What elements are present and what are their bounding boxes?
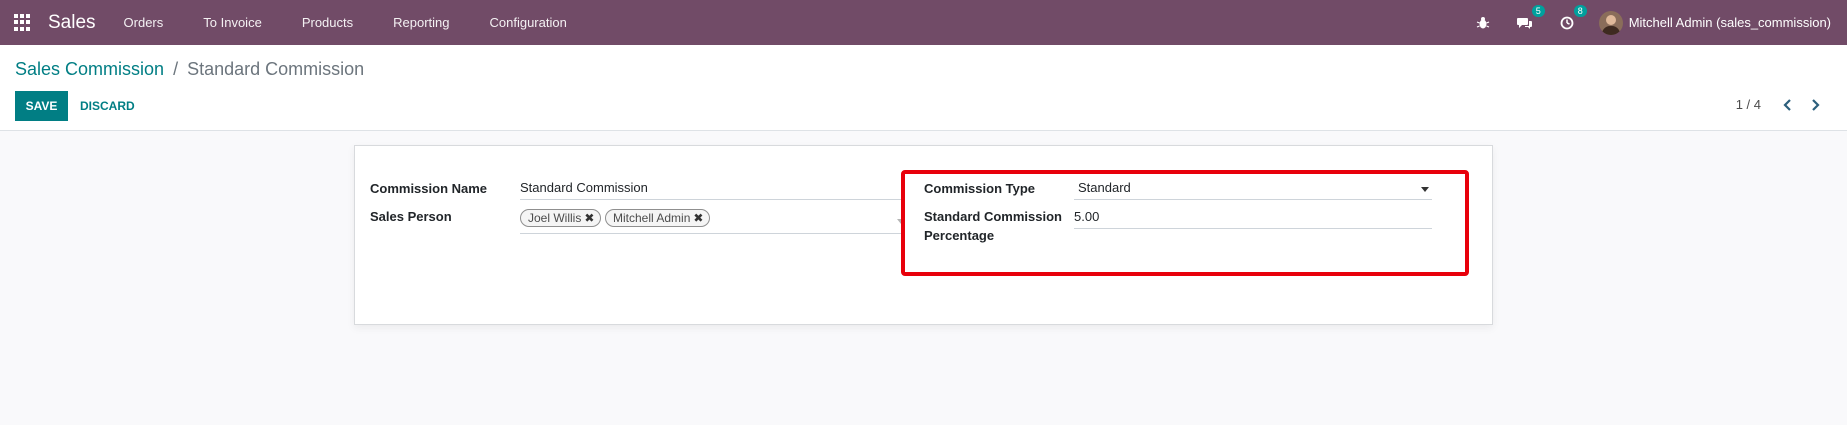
commission-type-value: Standard: [1078, 180, 1131, 195]
user-name: Mitchell Admin (sales_commission): [1628, 15, 1831, 30]
commission-name-value: Standard Commission: [520, 180, 648, 195]
commission-name-field[interactable]: Standard Commission: [520, 178, 905, 200]
tag-label: Mitchell Admin: [613, 211, 691, 225]
std-percentage-value: 5.00: [1074, 209, 1100, 224]
tag-label: Joel Willis: [528, 211, 582, 225]
control-panel: Sales Commission / Standard Commission S…: [0, 45, 1847, 131]
std-percentage-input[interactable]: 5.00: [1074, 207, 1432, 229]
sales-person-tag[interactable]: Joel Willis ✖: [520, 209, 602, 227]
pager-next-icon[interactable]: [1805, 95, 1825, 115]
commission-type-label: Commission Type: [924, 181, 1036, 196]
user-avatar: [1598, 10, 1623, 35]
remove-tag-icon[interactable]: ✖: [584, 211, 594, 225]
debug-bug-icon[interactable]: [1473, 13, 1493, 33]
commission-name-label: Commission Name: [370, 181, 488, 196]
top-navbar: Sales Orders To Invoice Products Reporti…: [0, 0, 1847, 45]
sales-person-tag[interactable]: Mitchell Admin ✖: [605, 209, 711, 227]
pager-counter[interactable]: 1 / 4: [1736, 97, 1761, 112]
std-percentage-label-line2: Percentage: [924, 228, 995, 243]
pager-previous-icon[interactable]: [1778, 95, 1798, 115]
breadcrumb-current: Standard Commission: [187, 59, 365, 79]
sales-person-field[interactable]: Joel Willis ✖ Mitchell Admin ✖: [520, 209, 905, 234]
activities-clock-icon[interactable]: 8: [1557, 4, 1587, 33]
sales-person-label: Sales Person: [370, 209, 452, 224]
user-menu[interactable]: Mitchell Admin (sales_commission): [1598, 10, 1831, 35]
discard-button[interactable]: DISCARD: [74, 91, 141, 121]
chevron-down-icon[interactable]: [1421, 187, 1429, 192]
commission-type-select[interactable]: Standard: [1074, 178, 1432, 200]
remove-tag-icon[interactable]: ✖: [693, 211, 703, 225]
menu-products[interactable]: Products: [296, 11, 359, 34]
breadcrumb-parent-link[interactable]: Sales Commission: [15, 59, 164, 79]
activities-count-badge: 8: [1573, 4, 1587, 17]
breadcrumb: Sales Commission / Standard Commission: [15, 59, 364, 80]
chevron-down-icon[interactable]: [897, 219, 905, 224]
apps-menu-icon[interactable]: [14, 13, 32, 32]
menu-reporting[interactable]: Reporting: [387, 11, 455, 34]
menu-to-invoice[interactable]: To Invoice: [197, 11, 268, 34]
menu-configuration[interactable]: Configuration: [484, 11, 573, 34]
messages-count-badge: 5: [1531, 4, 1545, 17]
form-sheet: Commission Name Standard Commission Sale…: [354, 145, 1493, 325]
app-title[interactable]: Sales: [48, 12, 96, 34]
save-button[interactable]: SAVE: [15, 91, 68, 121]
messages-chat-icon[interactable]: 5: [1515, 4, 1545, 33]
menu-orders[interactable]: Orders: [118, 11, 170, 34]
breadcrumb-separator: /: [173, 59, 179, 79]
std-percentage-label-line1: Standard Commission: [924, 209, 1062, 224]
